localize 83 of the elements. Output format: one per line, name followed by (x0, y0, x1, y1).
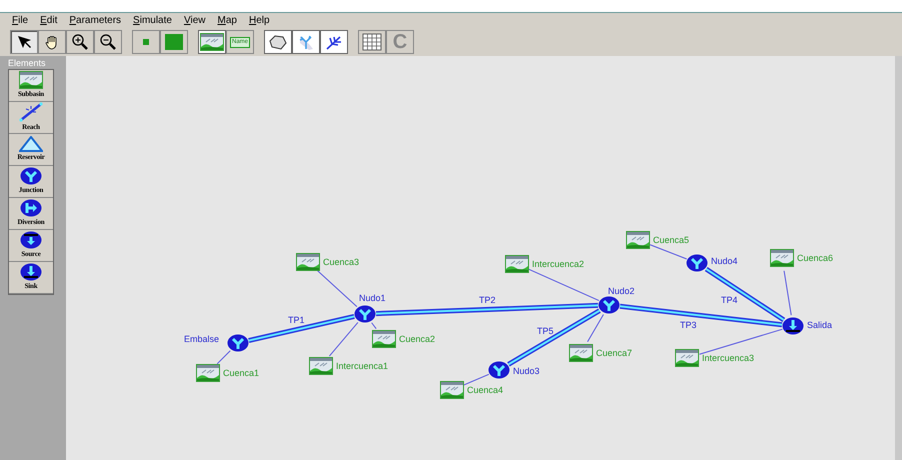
node-label: Nudo3 (513, 366, 540, 376)
zoom-in-button[interactable] (66, 30, 94, 54)
connector-line (216, 350, 231, 364)
branch-network-button[interactable] (320, 30, 348, 54)
connector-line (371, 322, 377, 330)
connector-line (784, 270, 792, 316)
subbasin-label: Intercuenca1 (336, 361, 388, 371)
outline-shape-icon (268, 34, 288, 50)
subbasin-icon[interactable] (626, 231, 650, 249)
reach-label: TP1 (288, 315, 305, 325)
reach-icon (19, 102, 43, 122)
tree-network-button[interactable] (292, 30, 320, 54)
landscape-button[interactable] (198, 30, 226, 54)
menu-item[interactable]: Help (248, 13, 270, 28)
small-square-icon (143, 39, 149, 45)
outline-shape-button[interactable] (264, 30, 292, 54)
node-label: Nudo2 (608, 286, 635, 296)
node-label: Salida (807, 320, 832, 330)
node-label: Nudo4 (711, 256, 738, 266)
hand-button[interactable] (38, 30, 66, 54)
subbasin-icon[interactable] (770, 249, 794, 267)
subbasin-label: Intercuenca3 (702, 353, 754, 363)
pointer-tool-icon (16, 34, 32, 50)
subbasin-label: Cuenca3 (323, 257, 360, 267)
subbasin-label: Cuenca1 (223, 368, 260, 378)
reach-line[interactable] (376, 302, 598, 316)
connector-line (650, 244, 688, 260)
node-label: Embalse (184, 334, 220, 344)
menu-item[interactable]: Map (217, 13, 237, 28)
pointer-tool-button[interactable] (10, 30, 38, 54)
reach-line[interactable] (620, 304, 782, 328)
large-square-icon (165, 34, 183, 50)
connector-line (317, 270, 358, 308)
reach-label: TP5 (537, 326, 554, 336)
reach-line[interactable] (704, 266, 786, 322)
junction-icon[interactable] (354, 306, 376, 322)
menu-item[interactable]: View (184, 13, 206, 28)
subbasin-label: Cuenca2 (399, 334, 436, 344)
menu-item[interactable]: Parameters (69, 13, 122, 28)
grid-icon (362, 33, 382, 51)
subbasin-icon[interactable] (675, 349, 699, 367)
subbasin-icon[interactable] (505, 255, 529, 273)
subbasin-icon[interactable] (372, 330, 396, 348)
subbasin-icon[interactable] (569, 344, 593, 362)
reach-label: TP2 (479, 295, 496, 305)
grid-button[interactable] (358, 30, 386, 54)
junction-icon[interactable] (598, 296, 620, 314)
connector-line (528, 268, 600, 302)
junction-icon[interactable] (228, 334, 248, 352)
connector-line (328, 322, 358, 357)
junction-icon (20, 167, 42, 186)
menu-item[interactable]: Edit (40, 13, 58, 28)
zoom-out-button[interactable] (94, 30, 122, 54)
subbasin-icon (19, 71, 43, 90)
zoom-in-icon (71, 33, 89, 51)
junction-icon[interactable] (488, 362, 510, 378)
reach-line[interactable] (248, 314, 355, 343)
panel-title: Elements (8, 58, 47, 69)
tree-network-icon (297, 33, 315, 51)
subbasin-label: Cuenca4 (467, 385, 504, 395)
sink-icon[interactable] (782, 318, 804, 334)
menu-item[interactable]: Simulate (133, 13, 172, 28)
subbasin-icon[interactable] (296, 253, 320, 271)
subbasin-label: Cuenca7 (596, 348, 632, 358)
reach-label: TP4 (721, 295, 738, 305)
zoom-out-icon (99, 33, 117, 51)
triangle-icon (19, 136, 43, 152)
sink-icon (20, 263, 42, 282)
reach-label: TP3 (680, 320, 697, 330)
menu-item[interactable]: File (12, 13, 28, 28)
landscape-icon (200, 33, 224, 51)
subbasin-label: Intercuenca2 (532, 259, 584, 269)
connector-line (463, 374, 490, 386)
diversion-icon (20, 199, 42, 218)
subbasin-icon[interactable] (440, 381, 464, 399)
subbasin-label: Cuenca6 (797, 253, 834, 263)
node-label: Nudo1 (359, 293, 386, 303)
subbasin-icon[interactable] (196, 364, 220, 382)
subbasin-icon[interactable] (309, 357, 333, 375)
junction-icon[interactable] (686, 254, 708, 272)
connector-line (587, 314, 604, 342)
subbasin-label: Cuenca5 (653, 235, 690, 245)
source-icon (20, 231, 42, 250)
